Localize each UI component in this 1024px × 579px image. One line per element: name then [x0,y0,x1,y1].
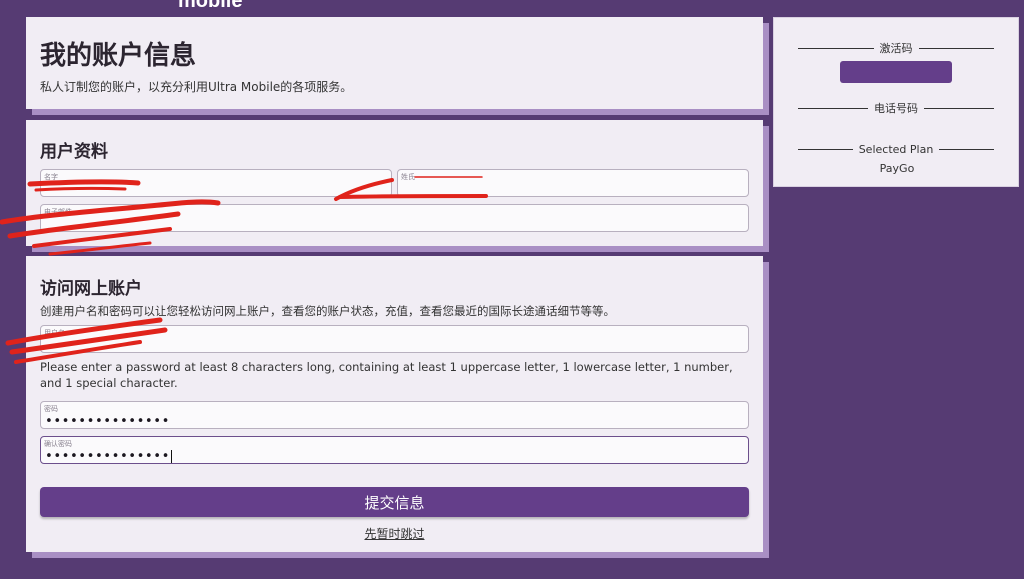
first-name-field[interactable]: 名字 [40,169,392,197]
online-account-section-title: 访问网上账户 [40,279,142,299]
skip-for-now-link[interactable]: 先暂时跳过 [26,525,763,542]
last-name-label: 姓氏 [401,173,415,181]
online-account-card: 访问网上账户 创建用户名和密码可以让您轻松访问网上账户，查看您的账户状态，充值，… [26,256,763,552]
divider-line [939,149,994,150]
phone-number-heading: 电话号码 [798,100,994,116]
user-profile-card: 用户资料 名字 姓氏 电子邮件 [26,120,763,246]
confirm-password-label: 确认密码 [44,440,72,448]
divider-line [918,47,994,49]
activation-code-heading: 激活码 [798,40,994,56]
password-value: ••••••••••••••• [45,414,170,429]
password-field[interactable]: 密码 ••••••••••••••• [40,401,749,429]
account-summary-sidebar: 激活码 电话号码 Selected Plan PayGo [773,17,1019,187]
activation-code-label: 激活码 [879,42,913,55]
divider-line [798,47,874,49]
page-title: 我的账户信息 [40,41,197,71]
account-info-header-card: 我的账户信息 私人订制您的账户，以充分利用Ultra Mobile的各项服务。 [26,17,763,109]
profile-section-title: 用户资料 [40,142,108,162]
selected-plan-label: Selected Plan [858,143,934,156]
password-label: 密码 [44,405,58,413]
email-field[interactable]: 电子邮件 [40,204,749,232]
last-name-field[interactable]: 姓氏 [397,169,749,197]
activation-code-value-box [840,61,952,83]
selected-plan-value: PayGo [879,162,915,175]
confirm-password-field[interactable]: 确认密码 ••••••••••••••• [40,436,749,464]
online-account-description: 创建用户名和密码可以让您轻松访问网上账户，查看您的账户状态，充值，查看您最近的国… [40,304,615,318]
selected-plan-heading: Selected Plan [798,143,994,156]
submit-info-button[interactable]: 提交信息 [40,487,749,517]
divider-line [798,107,868,109]
divider-line [924,107,994,109]
ultra-mobile-logo: mobile [178,0,243,12]
username-field[interactable]: 用户名 [40,325,749,353]
username-label: 用户名 [44,329,65,337]
confirm-password-value: ••••••••••••••• [45,449,172,464]
first-name-label: 名字 [44,173,58,181]
email-label: 电子邮件 [44,208,72,216]
phone-number-label: 电话号码 [874,102,918,115]
page-subtitle: 私人订制您的账户，以充分利用Ultra Mobile的各项服务。 [40,80,353,94]
divider-line [798,149,853,150]
text-caret [170,450,172,463]
password-hint: Please enter a password at least 8 chara… [40,360,733,390]
